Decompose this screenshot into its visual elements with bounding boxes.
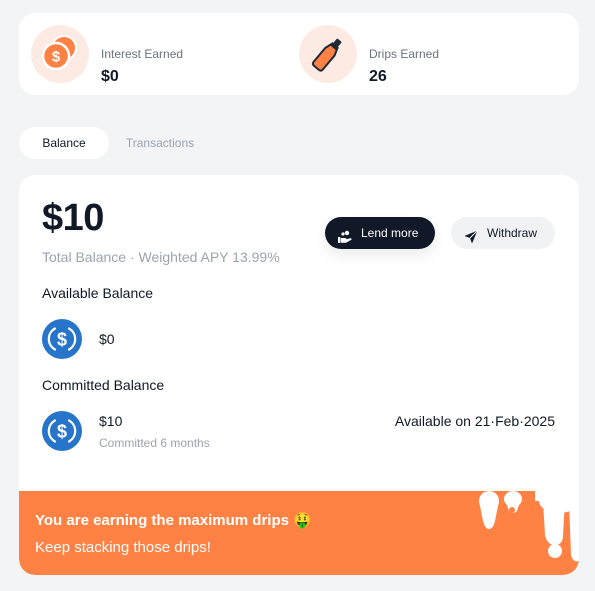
lend-more-label: Lend more (361, 226, 419, 240)
bottle-icon (299, 25, 357, 83)
banner-title: You are earning the maximum drips 🤑 (35, 512, 312, 529)
balance-card: $10 Total Balance · Weighted APY 13.99% … (19, 175, 579, 575)
lend-more-button[interactable]: Lend more (325, 217, 435, 249)
drips-earned-value: 26 (369, 68, 387, 85)
coins-icon: $ (31, 25, 89, 83)
committed-balance-title: Committed Balance (42, 377, 165, 393)
max-drips-banner: You are earning the maximum drips 🤑 Keep… (19, 491, 579, 575)
withdraw-label: Withdraw (487, 226, 538, 240)
usdc-coin-icon: $ (42, 319, 82, 359)
interest-earned-label: Interest Earned (101, 47, 184, 61)
stats-card: $ Interest Earned $0 Drips Earned 26 (19, 13, 579, 95)
banner-subtitle: Keep stacking those drips! (35, 539, 211, 556)
hand-coins-icon (337, 225, 353, 243)
committed-duration-note: Committed 6 months (99, 436, 210, 450)
total-balance-value: $10 (42, 197, 104, 239)
usdc-coin-icon: $ (42, 411, 82, 451)
drip-decoration-icon (479, 491, 579, 562)
interest-earned-value: $0 (101, 68, 119, 85)
committed-balance-amount: $10 (99, 413, 123, 429)
drips-earned-label: Drips Earned (369, 47, 440, 61)
available-balance-amount: $0 (99, 331, 115, 347)
available-balance-title: Available Balance (42, 285, 154, 301)
withdraw-button[interactable]: Withdraw (451, 217, 555, 249)
available-on-date: Available on 21·Feb·2025 (394, 413, 555, 429)
svg-text:$: $ (57, 422, 67, 442)
send-icon (463, 225, 479, 244)
svg-text:$: $ (52, 49, 61, 66)
tab-balance[interactable]: Balance (19, 127, 109, 159)
tab-transactions[interactable]: Transactions (109, 127, 211, 159)
svg-text:$: $ (57, 330, 67, 350)
total-balance-subtitle: Total Balance · Weighted APY 13.99% (42, 249, 280, 265)
